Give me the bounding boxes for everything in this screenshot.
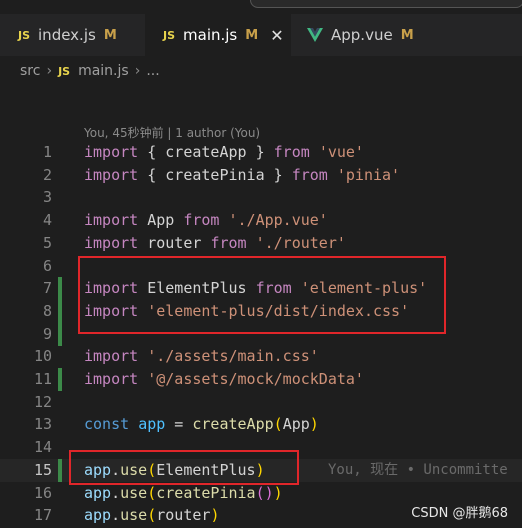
line-number: 5 [42,233,52,252]
breadcrumb-folder[interactable]: src [20,63,40,79]
tab-label: main.js [183,26,238,44]
code-text: import '@/assets/mock/mockData' [84,370,364,388]
title-search-box[interactable] [250,0,522,8]
tab-index-js[interactable]: JS index.js M [0,14,140,56]
code-text: app.use(router) [84,506,220,525]
tab-label: App.vue [331,26,393,44]
tab-label: index.js [38,26,96,44]
line-number: 9 [42,324,52,343]
line-number: 13 [33,415,52,434]
code-line[interactable]: 13 const app = createApp(App) [0,413,522,436]
code-line[interactable]: 10 import './assets/main.css' [0,345,522,368]
line-number: 2 [42,165,52,184]
line-number: 11 [33,370,52,388]
chevron-right-icon: › [134,63,141,79]
js-file-icon: JS [58,64,71,78]
tab-app-vue[interactable]: App.vue M [291,14,422,56]
tab-main-js[interactable]: JS main.js M ✕ [145,14,291,56]
gutter-added-marker[interactable] [58,277,62,301]
highlight-box-use [69,450,299,485]
vue-file-icon [307,28,323,42]
close-icon[interactable]: ✕ [270,26,283,45]
line-number: 15 [33,460,52,479]
line-number: 10 [33,347,52,366]
line-number: 16 [33,483,52,502]
code-line[interactable]: 3 [0,186,522,209]
code-line[interactable]: 12 [0,391,522,414]
line-number: 17 [33,506,52,525]
js-file-icon: JS [18,28,31,42]
code-line[interactable]: 2 import { createPinia } from 'pinia' [0,164,522,187]
code-text: import App from './App.vue' [84,211,328,230]
line-number: 6 [42,256,52,275]
code-text: const app = createApp(App) [84,415,319,434]
chevron-right-icon: › [46,63,53,79]
code-text: import router from './router' [84,233,346,252]
line-number: 12 [33,392,52,411]
highlight-box-imports [78,256,446,334]
gutter-added-marker[interactable] [58,322,62,346]
editor-tab-bar: JS index.js M JS main.js M ✕ App.vue M [0,14,522,56]
line-number: 7 [42,279,52,298]
modified-badge: M [400,27,414,43]
gutter-added-marker[interactable] [58,458,62,482]
js-file-icon: JS [163,28,176,42]
watermark: CSDN @胖鹅68 [411,506,508,521]
line-number: 4 [42,211,52,230]
modified-badge: M [245,27,259,43]
gutter-added-marker[interactable] [58,299,62,323]
breadcrumb: src › JS main.js › ... [20,60,160,82]
gutter-added-marker[interactable] [58,368,62,391]
breadcrumb-more[interactable]: ... [146,63,159,79]
codelens-blame[interactable]: You, 45秒钟前 | 1 author (You) [84,124,260,141]
breadcrumb-file[interactable]: main.js [78,63,129,79]
code-line[interactable]: 11 import '@/assets/mock/mockData' [0,368,522,391]
line-number: 8 [42,301,52,320]
code-text: import './assets/main.css' [84,347,319,366]
line-number: 3 [42,188,52,207]
window-top-strip [0,0,522,8]
code-line[interactable]: 4 import App from './App.vue' [0,209,522,232]
code-text: import { createPinia } from 'pinia' [84,165,401,184]
line-number: 14 [33,438,52,457]
line-number: 1 [42,143,52,161]
code-line[interactable]: 5 import router from './router' [0,232,522,255]
code-line[interactable]: 1 import { createApp } from 'vue' [0,141,522,164]
inline-blame: You, 现在 • Uncommitte [328,461,508,478]
modified-badge: M [103,27,117,43]
code-text: import { createApp } from 'vue' [84,143,364,161]
